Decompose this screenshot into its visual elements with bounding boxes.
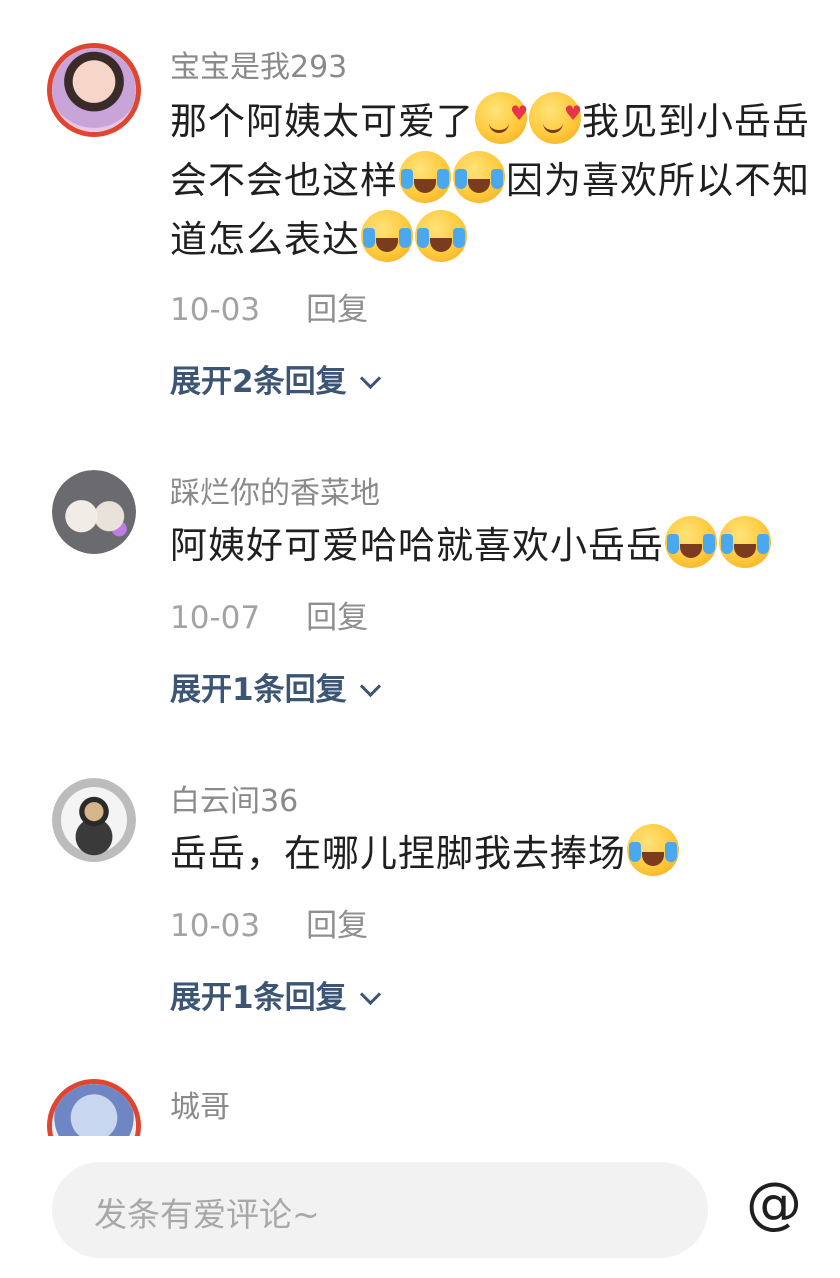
comment-username[interactable]: 城哥 xyxy=(170,1088,230,1128)
at-icon: @ xyxy=(746,1171,802,1236)
comment-input[interactable]: 发条有爱评论~ xyxy=(52,1162,708,1258)
comment-item: 城哥 xyxy=(0,0,840,1168)
comment-input-placeholder: 发条有爱评论~ xyxy=(94,1195,320,1234)
mention-button[interactable]: @ xyxy=(742,1172,806,1236)
